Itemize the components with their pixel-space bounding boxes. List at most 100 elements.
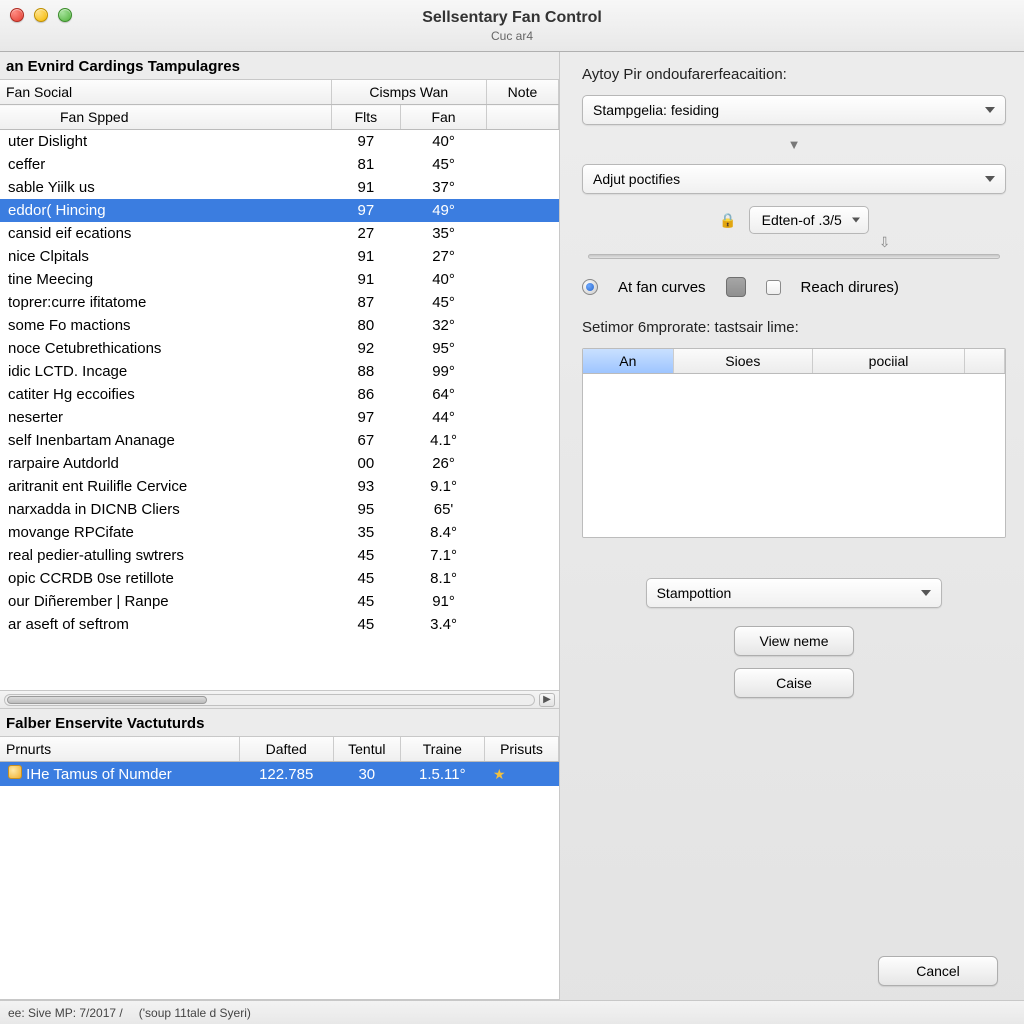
cell-blank bbox=[486, 245, 558, 268]
minimize-window-icon[interactable] bbox=[34, 8, 48, 22]
caise-button[interactable]: Caise bbox=[734, 668, 854, 698]
cell-name: ceffer bbox=[0, 153, 331, 176]
table-row[interactable]: nice Clpitals9127° bbox=[0, 245, 559, 268]
cell-fan: 44° bbox=[401, 406, 487, 429]
bcol-b[interactable]: Dafted bbox=[239, 737, 333, 762]
zoom-window-icon[interactable] bbox=[58, 8, 72, 22]
table-row[interactable]: eddor( Hincing9749° bbox=[0, 199, 559, 222]
col-name[interactable]: Fan Spped bbox=[0, 105, 331, 130]
table-row[interactable]: noce Cetubrethications9295° bbox=[0, 337, 559, 360]
cell-name: self Inenbartam Ananage bbox=[0, 429, 331, 452]
table-row[interactable]: tine Meecing9140° bbox=[0, 268, 559, 291]
table-row[interactable]: sable Yiilk us9137° bbox=[0, 176, 559, 199]
cell-fan: 8.4° bbox=[401, 521, 487, 544]
mini-col-c[interactable]: pociial bbox=[813, 349, 965, 374]
table-row[interactable]: ceffer8145° bbox=[0, 153, 559, 176]
cancel-button[interactable]: Cancel bbox=[878, 956, 998, 986]
view-name-button[interactable]: View neme bbox=[734, 626, 854, 656]
cell-fits: 00 bbox=[331, 452, 401, 475]
cell-fan: 3.4° bbox=[401, 613, 487, 636]
edten-select[interactable]: Edten-of .3/5 bbox=[749, 206, 869, 234]
cell-fits: 92 bbox=[331, 337, 401, 360]
table-row[interactable]: self Inenbartam Ananage674.1° bbox=[0, 429, 559, 452]
cell-fits: 81 bbox=[331, 153, 401, 176]
table-row[interactable]: rarpaire Autdorld0026° bbox=[0, 452, 559, 475]
cell-name: neserter bbox=[0, 406, 331, 429]
radio-fan-curves-label: At fan curves bbox=[618, 279, 706, 296]
slider[interactable]: ⇩ bbox=[582, 246, 1006, 259]
cell-fits: 91 bbox=[331, 245, 401, 268]
cell-fits: 67 bbox=[331, 429, 401, 452]
cell-name: aritranit ent Ruilifle Cervice bbox=[0, 475, 331, 498]
cell-name: real pedier-atulling swtrers bbox=[0, 544, 331, 567]
table-row[interactable]: aritranit ent Ruilifle Cervice939.1° bbox=[0, 475, 559, 498]
slider-track[interactable] bbox=[588, 254, 1000, 259]
profile-select[interactable]: Stampgelia: fesiding bbox=[582, 95, 1006, 125]
bottom-table-scroll[interactable]: Prnurts Dafted Tentul Traine Prisuts IHe… bbox=[0, 737, 559, 897]
cell-blank bbox=[486, 498, 558, 521]
col-group-b[interactable]: Cismps Wan bbox=[331, 80, 486, 105]
table-row[interactable]: cansid eif ecations2735° bbox=[0, 222, 559, 245]
main-table-scroll[interactable]: Fan Social Cismps Wan Note Fan Spped Flt… bbox=[0, 80, 559, 690]
bcol-a[interactable]: Prnurts bbox=[0, 737, 239, 762]
bcol-d[interactable]: Traine bbox=[400, 737, 484, 762]
table-row[interactable]: IHe Tamus of Numder122.785301.5.11° bbox=[0, 762, 559, 787]
cell-name: tine Meecing bbox=[0, 268, 331, 291]
cell-blank bbox=[486, 199, 558, 222]
table-row[interactable]: some Fo mactions8032° bbox=[0, 314, 559, 337]
cell-d: 1.5.11° bbox=[400, 762, 484, 787]
cell-fan: 9.1° bbox=[401, 475, 487, 498]
mini-col-b[interactable]: Sioes bbox=[673, 349, 812, 374]
table-row[interactable]: idic LCTD. Incage8899° bbox=[0, 360, 559, 383]
cell-blank bbox=[486, 452, 558, 475]
bcol-c[interactable]: Tentul bbox=[333, 737, 400, 762]
bottom-table-header: Falber Enservite Vactuturds bbox=[0, 709, 559, 736]
cell-blank bbox=[486, 383, 558, 406]
table-row[interactable]: opic CCRDB 0se retillote458.1° bbox=[0, 567, 559, 590]
col-fan[interactable]: Fan bbox=[401, 105, 487, 130]
table-row[interactable]: our Diñerember | Ranpe4591° bbox=[0, 590, 559, 613]
close-window-icon[interactable] bbox=[10, 8, 24, 22]
cell-fits: 35 bbox=[331, 521, 401, 544]
stampottion-select[interactable]: Stampottion bbox=[646, 578, 943, 608]
table-row[interactable]: uter Dislight9740° bbox=[0, 130, 559, 154]
cell-fits: 97 bbox=[331, 406, 401, 429]
scrollbar-track[interactable] bbox=[4, 694, 535, 706]
scrollbar-thumb[interactable] bbox=[7, 696, 207, 704]
horizontal-scrollbar[interactable]: ▶ bbox=[0, 690, 559, 708]
cell-fits: 93 bbox=[331, 475, 401, 498]
preview-box-icon[interactable] bbox=[726, 277, 746, 297]
col-group-a[interactable]: Fan Social bbox=[0, 80, 331, 105]
table-row[interactable]: ar aseft of seftrom453.4° bbox=[0, 613, 559, 636]
cell-c: 30 bbox=[333, 762, 400, 787]
mini-col-a[interactable]: An bbox=[583, 349, 673, 374]
cell-fan: 95° bbox=[401, 337, 487, 360]
cell-blank bbox=[486, 268, 558, 291]
cell-fan: 37° bbox=[401, 176, 487, 199]
col-group-c[interactable]: Note bbox=[486, 80, 558, 105]
mini-col-blank bbox=[965, 349, 1005, 374]
table-row[interactable]: narxadda in DICNB Cliers9565' bbox=[0, 498, 559, 521]
main-table-header: an Evnird Cardings Tampulagres bbox=[0, 52, 559, 79]
adjust-select[interactable]: Adjut poctifies bbox=[582, 164, 1006, 194]
reach-checkbox[interactable] bbox=[766, 280, 781, 295]
cell-fan: 32° bbox=[401, 314, 487, 337]
cell-name: rarpaire Autdorld bbox=[0, 452, 331, 475]
scroll-right-icon[interactable]: ▶ bbox=[539, 693, 555, 707]
table-row[interactable]: neserter9744° bbox=[0, 406, 559, 429]
table-row[interactable]: toprer:curre ifitatome8745° bbox=[0, 291, 559, 314]
radio-fan-curves[interactable] bbox=[582, 279, 598, 295]
cell-fan: 45° bbox=[401, 153, 487, 176]
cell-blank bbox=[486, 314, 558, 337]
cell-fan: 27° bbox=[401, 245, 487, 268]
mini-table-body[interactable] bbox=[583, 374, 1005, 537]
table-row[interactable]: movange RPCifate358.4° bbox=[0, 521, 559, 544]
col-fits[interactable]: Flts bbox=[331, 105, 401, 130]
adjust-select-value: Adjut poctifies bbox=[593, 171, 680, 187]
bcol-e[interactable]: Prisuts bbox=[484, 737, 558, 762]
mini-table: An Sioes pociial bbox=[582, 348, 1006, 538]
cell-name: noce Cetubrethications bbox=[0, 337, 331, 360]
table-row[interactable]: catiter Hg eccoifies8664° bbox=[0, 383, 559, 406]
cell-fits: 86 bbox=[331, 383, 401, 406]
table-row[interactable]: real pedier-atulling swtrers457.1° bbox=[0, 544, 559, 567]
